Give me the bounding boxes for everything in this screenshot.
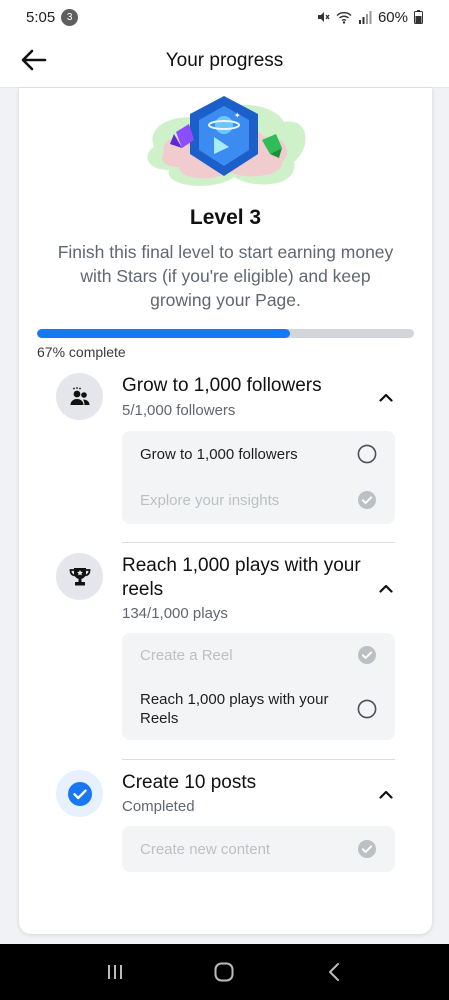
- subtask-row[interactable]: Create new content: [122, 826, 395, 872]
- check-circle-icon: [357, 839, 377, 859]
- subtask-label: Create a Reel: [140, 646, 233, 664]
- recent-apps-icon: [107, 965, 122, 979]
- recent-apps-button[interactable]: [95, 952, 135, 992]
- home-button[interactable]: [204, 952, 244, 992]
- level-badge-illustration: ✦: [147, 96, 306, 186]
- task-title: Create 10 posts: [122, 772, 257, 793]
- status-right: 60%: [316, 9, 423, 26]
- level-title: Level 3: [189, 206, 262, 229]
- chevron-up-icon: [379, 584, 393, 593]
- battery-icon: [414, 10, 423, 24]
- task-subtitle: 134/1,000 plays: [122, 605, 228, 622]
- check-circle-icon: [67, 781, 92, 806]
- mute-icon: [316, 10, 330, 24]
- chevron-up-icon: [379, 790, 393, 799]
- notification-count-badge: 3: [61, 8, 79, 26]
- trophy-icon: [69, 567, 90, 585]
- battery-level: 60%: [377, 8, 408, 26]
- progress-label: 67% complete: [37, 344, 126, 360]
- subtask-list: Create a Reel Reach 1,000 plays with you…: [122, 633, 395, 740]
- empty-circle-icon: [357, 699, 377, 719]
- level-progress-bar: [37, 329, 414, 338]
- subtask-label: Reach 1,000 plays with your Reels: [140, 690, 329, 727]
- collapse-task-button[interactable]: [374, 782, 398, 806]
- arrow-left-icon: [21, 49, 47, 71]
- people-icon: [70, 386, 89, 405]
- task-icon-container: [56, 373, 103, 420]
- subtask-row[interactable]: Grow to 1,000 followers: [122, 431, 395, 477]
- status-time: 5:05: [26, 8, 56, 26]
- progress-fill: [37, 329, 290, 338]
- collapse-task-button[interactable]: [374, 385, 398, 409]
- subtask-list: Create new content: [122, 826, 395, 872]
- subtask-label: Create new content: [140, 840, 271, 858]
- signal-icon: [358, 10, 372, 24]
- nav-back-icon: [329, 963, 340, 981]
- level-description: Finish this final level to start earning…: [57, 242, 394, 310]
- subtask-label: Grow to 1,000 followers: [140, 445, 298, 463]
- chevron-up-icon: [379, 393, 393, 402]
- check-circle-icon: [357, 490, 377, 510]
- subtask-label: Explore your insights: [140, 491, 280, 509]
- collapse-task-button[interactable]: [374, 576, 398, 600]
- system-navigation-bar: [0, 944, 449, 1000]
- top-app-bar: Your progress: [0, 34, 449, 88]
- task-icon-container: [56, 770, 103, 817]
- task-divider: [122, 759, 395, 760]
- empty-circle-icon: [357, 444, 377, 464]
- task-subtitle: 5/1,000 followers: [122, 402, 236, 419]
- svg-text:✦: ✦: [234, 111, 241, 120]
- task-divider: [122, 542, 395, 543]
- task-subtitle: Completed: [122, 798, 195, 815]
- task-icon-container: [56, 553, 103, 600]
- task-title: Grow to 1,000 followers: [122, 375, 322, 396]
- subtask-row[interactable]: Create a Reel: [122, 633, 395, 677]
- subtask-row[interactable]: Explore your insights: [122, 477, 395, 523]
- wifi-icon: [336, 11, 352, 24]
- status-left: 5:05 3: [26, 8, 79, 26]
- status-bar: 5:05 3 60%: [0, 0, 449, 34]
- back-button[interactable]: [18, 44, 50, 76]
- level-card: ✦ Level 3 Finish this final level to sta…: [19, 88, 432, 934]
- check-circle-icon: [357, 645, 377, 665]
- page-title: Your progress: [165, 49, 284, 71]
- system-back-button[interactable]: [314, 952, 354, 992]
- subtask-list: Grow to 1,000 followers Explore your ins…: [122, 431, 395, 524]
- home-icon: [214, 962, 234, 982]
- subtask-row[interactable]: Reach 1,000 plays with your Reels: [122, 677, 395, 740]
- task-title: Reach 1,000 plays with your reels: [122, 555, 361, 600]
